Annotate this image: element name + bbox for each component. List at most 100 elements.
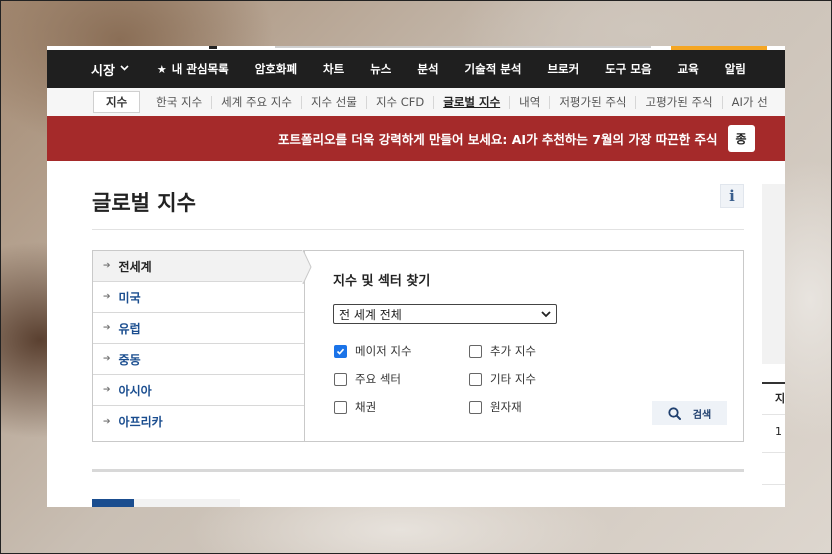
checkbox-unchecked[interactable]	[469, 372, 482, 386]
search-button-label: 검색	[692, 409, 712, 421]
nav-item-technical[interactable]: 기술적 분석	[465, 61, 522, 77]
subnav-item-history[interactable]: 내역	[510, 95, 551, 109]
nav-item-analysis[interactable]: 분석	[417, 61, 438, 77]
promo-banner[interactable]: 포트폴리오를 더욱 강력하게 만들어 보세요: AI가 추천하는 7월의 가장 …	[47, 116, 785, 161]
promo-text: 포트폴리오를 더욱 강력하게 만들어 보세요: AI가 추천하는 7월의 가장 …	[278, 132, 718, 147]
checkbox-major-sectors[interactable]: 주요 섹터	[334, 371, 401, 387]
region-item-asia[interactable]: ➔ 아시아	[93, 375, 304, 406]
checkbox-additional-indices[interactable]: 추가 지수	[469, 343, 536, 359]
nav-item-charts[interactable]: 차트	[323, 61, 344, 77]
results-tab[interactable]	[134, 499, 240, 507]
region-select[interactable]: 전 세계 전체	[333, 304, 557, 324]
checkbox-unchecked[interactable]	[334, 400, 347, 414]
nav-market-menu[interactable]: 시장	[91, 60, 129, 79]
promo-button[interactable]: 종	[727, 125, 755, 152]
nav-item-label: 브로커	[547, 62, 580, 76]
nav-item-watchlist[interactable]: ★ 내 관심목록	[157, 61, 229, 77]
region-list: ➔ 전세계 ➔ 미국 ➔ 유럽 ➔ 중동 ➔ 아시아 ➔ 아프리카	[93, 251, 305, 441]
checkbox-label: 채권	[355, 400, 377, 414]
region-item-middle-east[interactable]: ➔ 중동	[93, 344, 304, 375]
results-tab-active[interactable]	[92, 499, 134, 507]
subnav-item-futures[interactable]: 지수 선물	[302, 95, 367, 109]
checkbox-other-indices[interactable]: 기타 지수	[469, 371, 536, 387]
search-bar-edge[interactable]	[275, 46, 651, 48]
nav-item-label: 기술적 분석	[464, 62, 522, 76]
search-button[interactable]: 검색	[652, 401, 727, 425]
browser-page: 시장 ★ 내 관심목록 암호화폐 차트 뉴스 분석 기술적 분석 브로커 도구 …	[47, 46, 785, 507]
checkbox-checked[interactable]	[334, 344, 347, 358]
arrow-right-icon: ➔	[103, 292, 111, 302]
region-label: 미국	[118, 290, 141, 305]
nav-market-label: 시장	[91, 63, 115, 79]
arrow-right-icon: ➔	[103, 354, 111, 364]
section-divider	[92, 469, 744, 472]
region-item-us[interactable]: ➔ 미국	[93, 282, 304, 313]
nav-item-label: 알림	[724, 62, 746, 76]
region-item-world[interactable]: ➔ 전세계	[93, 251, 304, 282]
nav-item-label: 암호화폐	[254, 62, 298, 76]
nav-item-tools[interactable]: 도구 모음	[605, 61, 651, 77]
checkbox-major-indices[interactable]: 메이저 지수	[334, 343, 412, 359]
region-label: 중동	[118, 352, 141, 367]
side-table-rule	[762, 484, 785, 485]
subnav-item-global[interactable]: 글로벌 지수	[434, 95, 511, 109]
side-ad-panel	[762, 184, 785, 364]
nav-item-label: 교육	[677, 62, 699, 76]
checkbox-label: 메이저 지수	[355, 344, 412, 358]
nav-item-label: 내 관심목록	[171, 62, 229, 76]
nav-item-brokers[interactable]: 브로커	[547, 61, 579, 77]
nav-item-label: 분석	[417, 62, 439, 76]
nav-item-label: 차트	[323, 62, 345, 76]
arrow-right-icon: ➔	[103, 261, 111, 271]
side-table-cell[interactable]: 1	[775, 425, 782, 438]
checkbox-commodities[interactable]: 원자재	[469, 399, 522, 415]
nav-item-news[interactable]: 뉴스	[370, 61, 391, 77]
arrow-right-icon: ➔	[103, 323, 111, 333]
index-finder: ➔ 전세계 ➔ 미국 ➔ 유럽 ➔ 중동 ➔ 아시아 ➔ 아프리카 지수 및 섹…	[92, 250, 744, 442]
region-item-africa[interactable]: ➔ 아프리카	[93, 406, 304, 437]
checkbox-unchecked[interactable]	[469, 344, 482, 358]
logo-edge	[209, 46, 217, 49]
nav-item-alerts[interactable]: 알림	[725, 61, 746, 77]
checkbox-bonds[interactable]: 채권	[334, 399, 376, 415]
arrow-right-icon: ➔	[103, 416, 111, 427]
nav-item-label: 뉴스	[370, 62, 392, 76]
chevron-down-icon	[120, 64, 129, 74]
checkbox-unchecked[interactable]	[469, 400, 482, 414]
chevron-down-icon	[541, 311, 551, 318]
nav-item-education[interactable]: 교육	[678, 61, 699, 77]
main-nav: 시장 ★ 내 관심목록 암호화폐 차트 뉴스 분석 기술적 분석 브로커 도구 …	[47, 50, 785, 88]
region-label: 아시아	[118, 383, 152, 398]
info-icon[interactable]: i	[720, 184, 744, 208]
nav-item-crypto[interactable]: 암호화폐	[255, 61, 297, 77]
subnav-item-world-major[interactable]: 세계 주요 지수	[212, 95, 302, 109]
star-icon: ★	[156, 62, 167, 76]
checkbox-unchecked[interactable]	[334, 372, 347, 386]
region-label: 아프리카	[118, 415, 163, 429]
checkbox-label: 주요 섹터	[355, 372, 401, 386]
finder-title: 지수 및 섹터 찾기	[333, 274, 431, 289]
side-table-rule	[762, 452, 785, 453]
region-select-value: 전 세계 전체	[339, 307, 402, 322]
subnav-root-indices[interactable]: 지수	[93, 91, 141, 113]
nav-item-label: 도구 모음	[605, 62, 652, 76]
checkbox-label: 원자재	[490, 400, 522, 414]
subnav-item-undervalued[interactable]: 저평가된 주식	[550, 95, 637, 109]
side-table-header: 지	[775, 392, 785, 405]
title-divider	[92, 229, 744, 230]
side-table: 지 1	[762, 382, 785, 507]
checkbox-label: 추가 지수	[490, 344, 536, 358]
subnav-item-korea[interactable]: 한국 지수	[140, 95, 213, 109]
subnav-item-overvalued[interactable]: 고평가된 주식	[636, 95, 723, 109]
region-item-europe[interactable]: ➔ 유럽	[93, 313, 304, 344]
region-label: 유럽	[118, 321, 141, 336]
subnav-item-cfd[interactable]: 지수 CFD	[367, 95, 435, 109]
page-title: 글로벌 지수	[92, 191, 196, 215]
region-label: 전세계	[118, 259, 152, 274]
checkbox-label: 기타 지수	[490, 372, 536, 386]
arrow-right-icon: ➔	[103, 385, 111, 395]
selected-region-pointer	[302, 250, 312, 284]
side-table-rule	[762, 414, 785, 415]
search-icon	[668, 406, 681, 420]
subnav-item-ai[interactable]: AI가 선	[723, 95, 777, 109]
